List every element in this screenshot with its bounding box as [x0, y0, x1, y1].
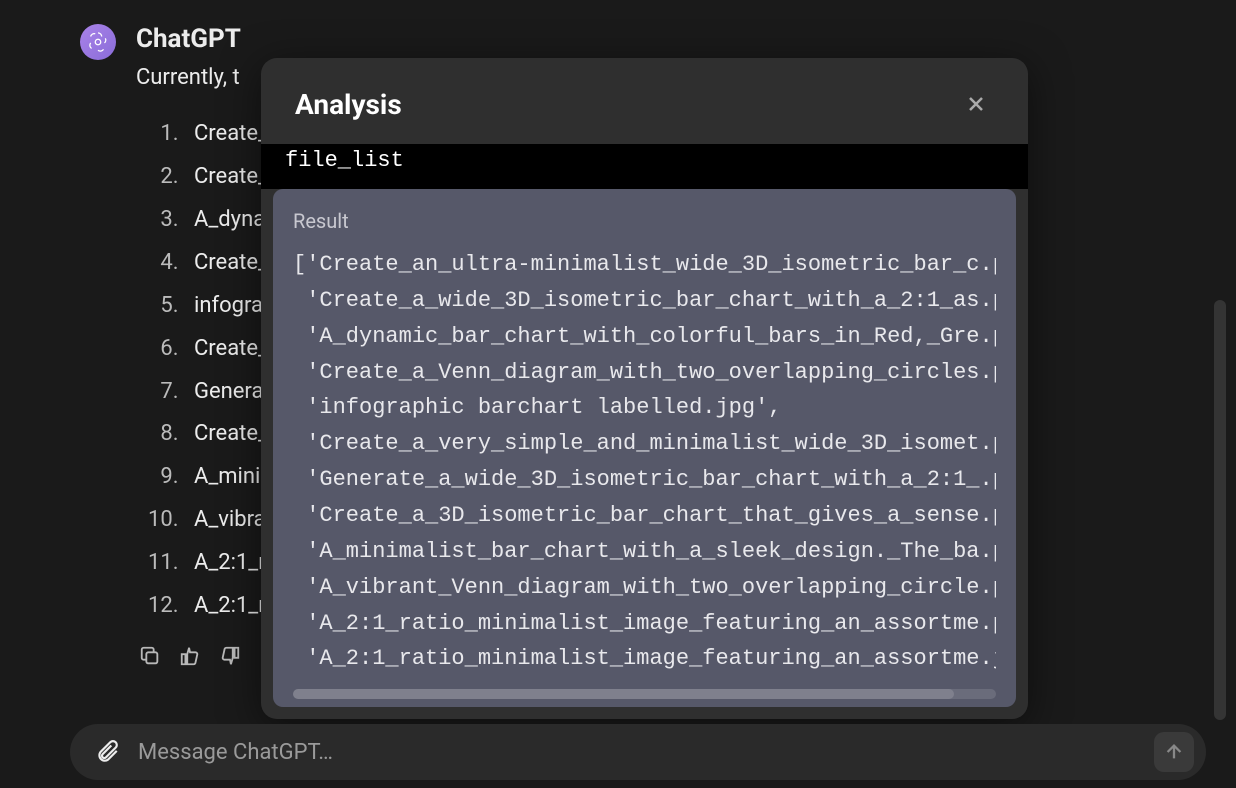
attachment-icon[interactable]: [92, 737, 122, 767]
send-button[interactable]: [1154, 732, 1194, 772]
modal-title: Analysis: [295, 88, 402, 121]
copy-icon[interactable]: [136, 642, 164, 670]
assistant-name: ChatGPT: [136, 24, 302, 54]
page-scrollbar[interactable]: [1214, 300, 1226, 720]
thumbs-down-icon[interactable]: [216, 642, 244, 670]
result-label: Result: [293, 209, 996, 233]
result-content: ['Create_an_ultra-minimalist_wide_3D_iso…: [293, 247, 996, 677]
scrollbar-thumb[interactable]: [293, 689, 954, 699]
message-input-bar[interactable]: Message ChatGPT…: [70, 724, 1206, 780]
horizontal-scrollbar[interactable]: [293, 689, 996, 699]
code-input: file_list: [261, 144, 1028, 189]
thumbs-up-icon[interactable]: [176, 642, 204, 670]
result-panel: Result ['Create_an_ultra-minimalist_wide…: [273, 189, 1016, 707]
code-text: file_list: [285, 148, 404, 173]
assistant-avatar: [80, 24, 116, 60]
analysis-modal: Analysis file_list Result ['Create_an_ul…: [261, 58, 1028, 719]
modal-header: Analysis: [261, 58, 1028, 144]
close-button[interactable]: [958, 86, 994, 122]
input-placeholder[interactable]: Message ChatGPT…: [122, 740, 1154, 765]
